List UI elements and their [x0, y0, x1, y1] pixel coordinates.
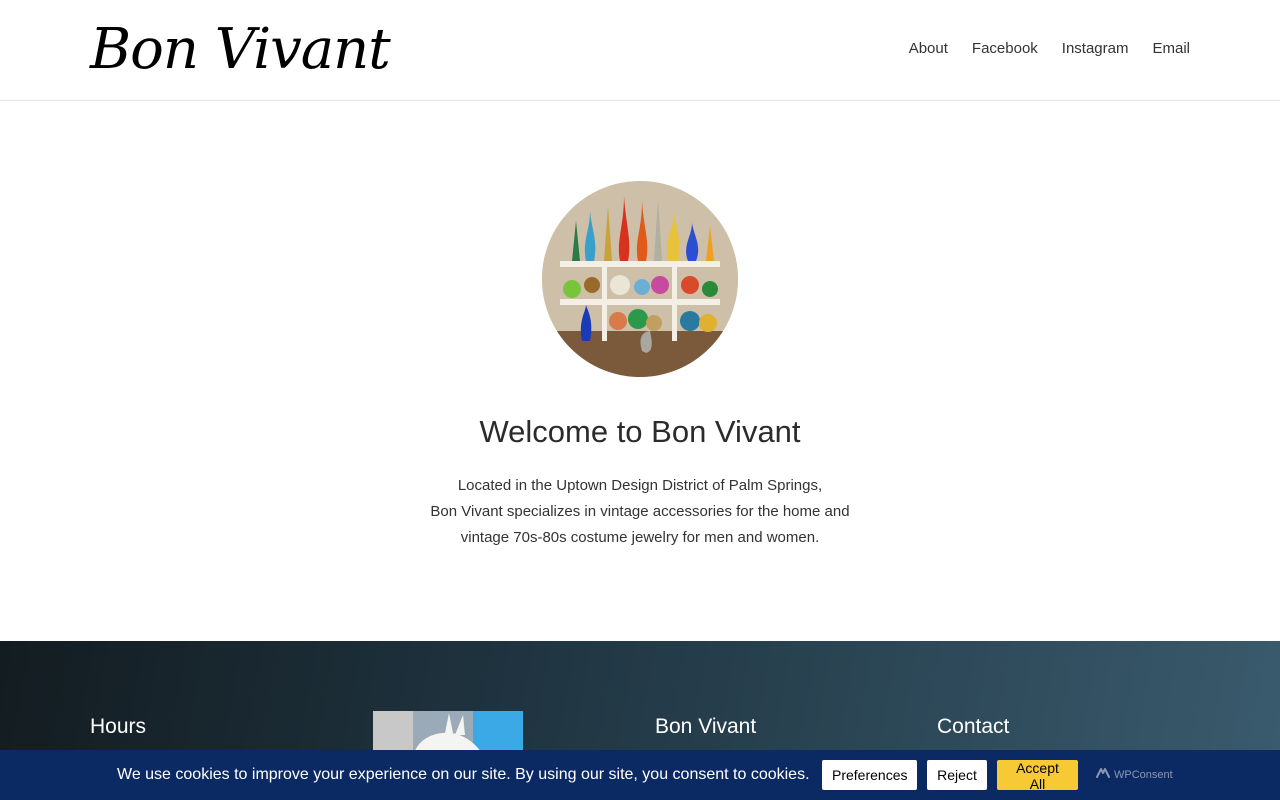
- cookie-reject-button[interactable]: Reject: [927, 760, 987, 790]
- site-logo[interactable]: Bon Vivant: [90, 18, 391, 82]
- nav-email-link[interactable]: Email: [1152, 39, 1190, 59]
- nav-about-link[interactable]: About: [909, 39, 948, 59]
- footer-hours-heading: Hours: [90, 715, 147, 738]
- cookie-message: We use cookies to improve your experienc…: [117, 766, 810, 783]
- footer-contact-heading: Contact: [937, 715, 1010, 738]
- intro-line: Located in the Uptown Design District of…: [457, 477, 823, 494]
- wpconsent-badge[interactable]: WPConsent: [1096, 767, 1173, 782]
- intro-line: Bon Vivant specializes in vintage access…: [430, 503, 850, 520]
- nav-facebook-link[interactable]: Facebook: [972, 39, 1038, 59]
- intro-line: vintage 70s-80s costume jewelry for men …: [460, 529, 820, 546]
- wpconsent-logo-icon: [1096, 767, 1110, 782]
- site-header: Bon Vivant About Facebook Instagram Emai…: [0, 0, 1280, 101]
- cookie-preferences-button[interactable]: Preferences: [822, 760, 917, 790]
- cookie-consent-bar: We use cookies to improve your experienc…: [0, 750, 1280, 800]
- nav-instagram-link[interactable]: Instagram: [1062, 39, 1129, 59]
- page-title: Welcome to Bon Vivant: [479, 414, 801, 449]
- footer-brand-heading: Bon Vivant: [655, 715, 757, 738]
- main-nav: About Facebook Instagram Email: [909, 39, 1190, 59]
- intro-text: Located in the Uptown Design District of…: [0, 473, 1280, 551]
- hero-image: [542, 181, 738, 377]
- cookie-accept-all-button[interactable]: Accept All: [997, 760, 1078, 792]
- wpconsent-label: WPConsent: [1114, 768, 1173, 781]
